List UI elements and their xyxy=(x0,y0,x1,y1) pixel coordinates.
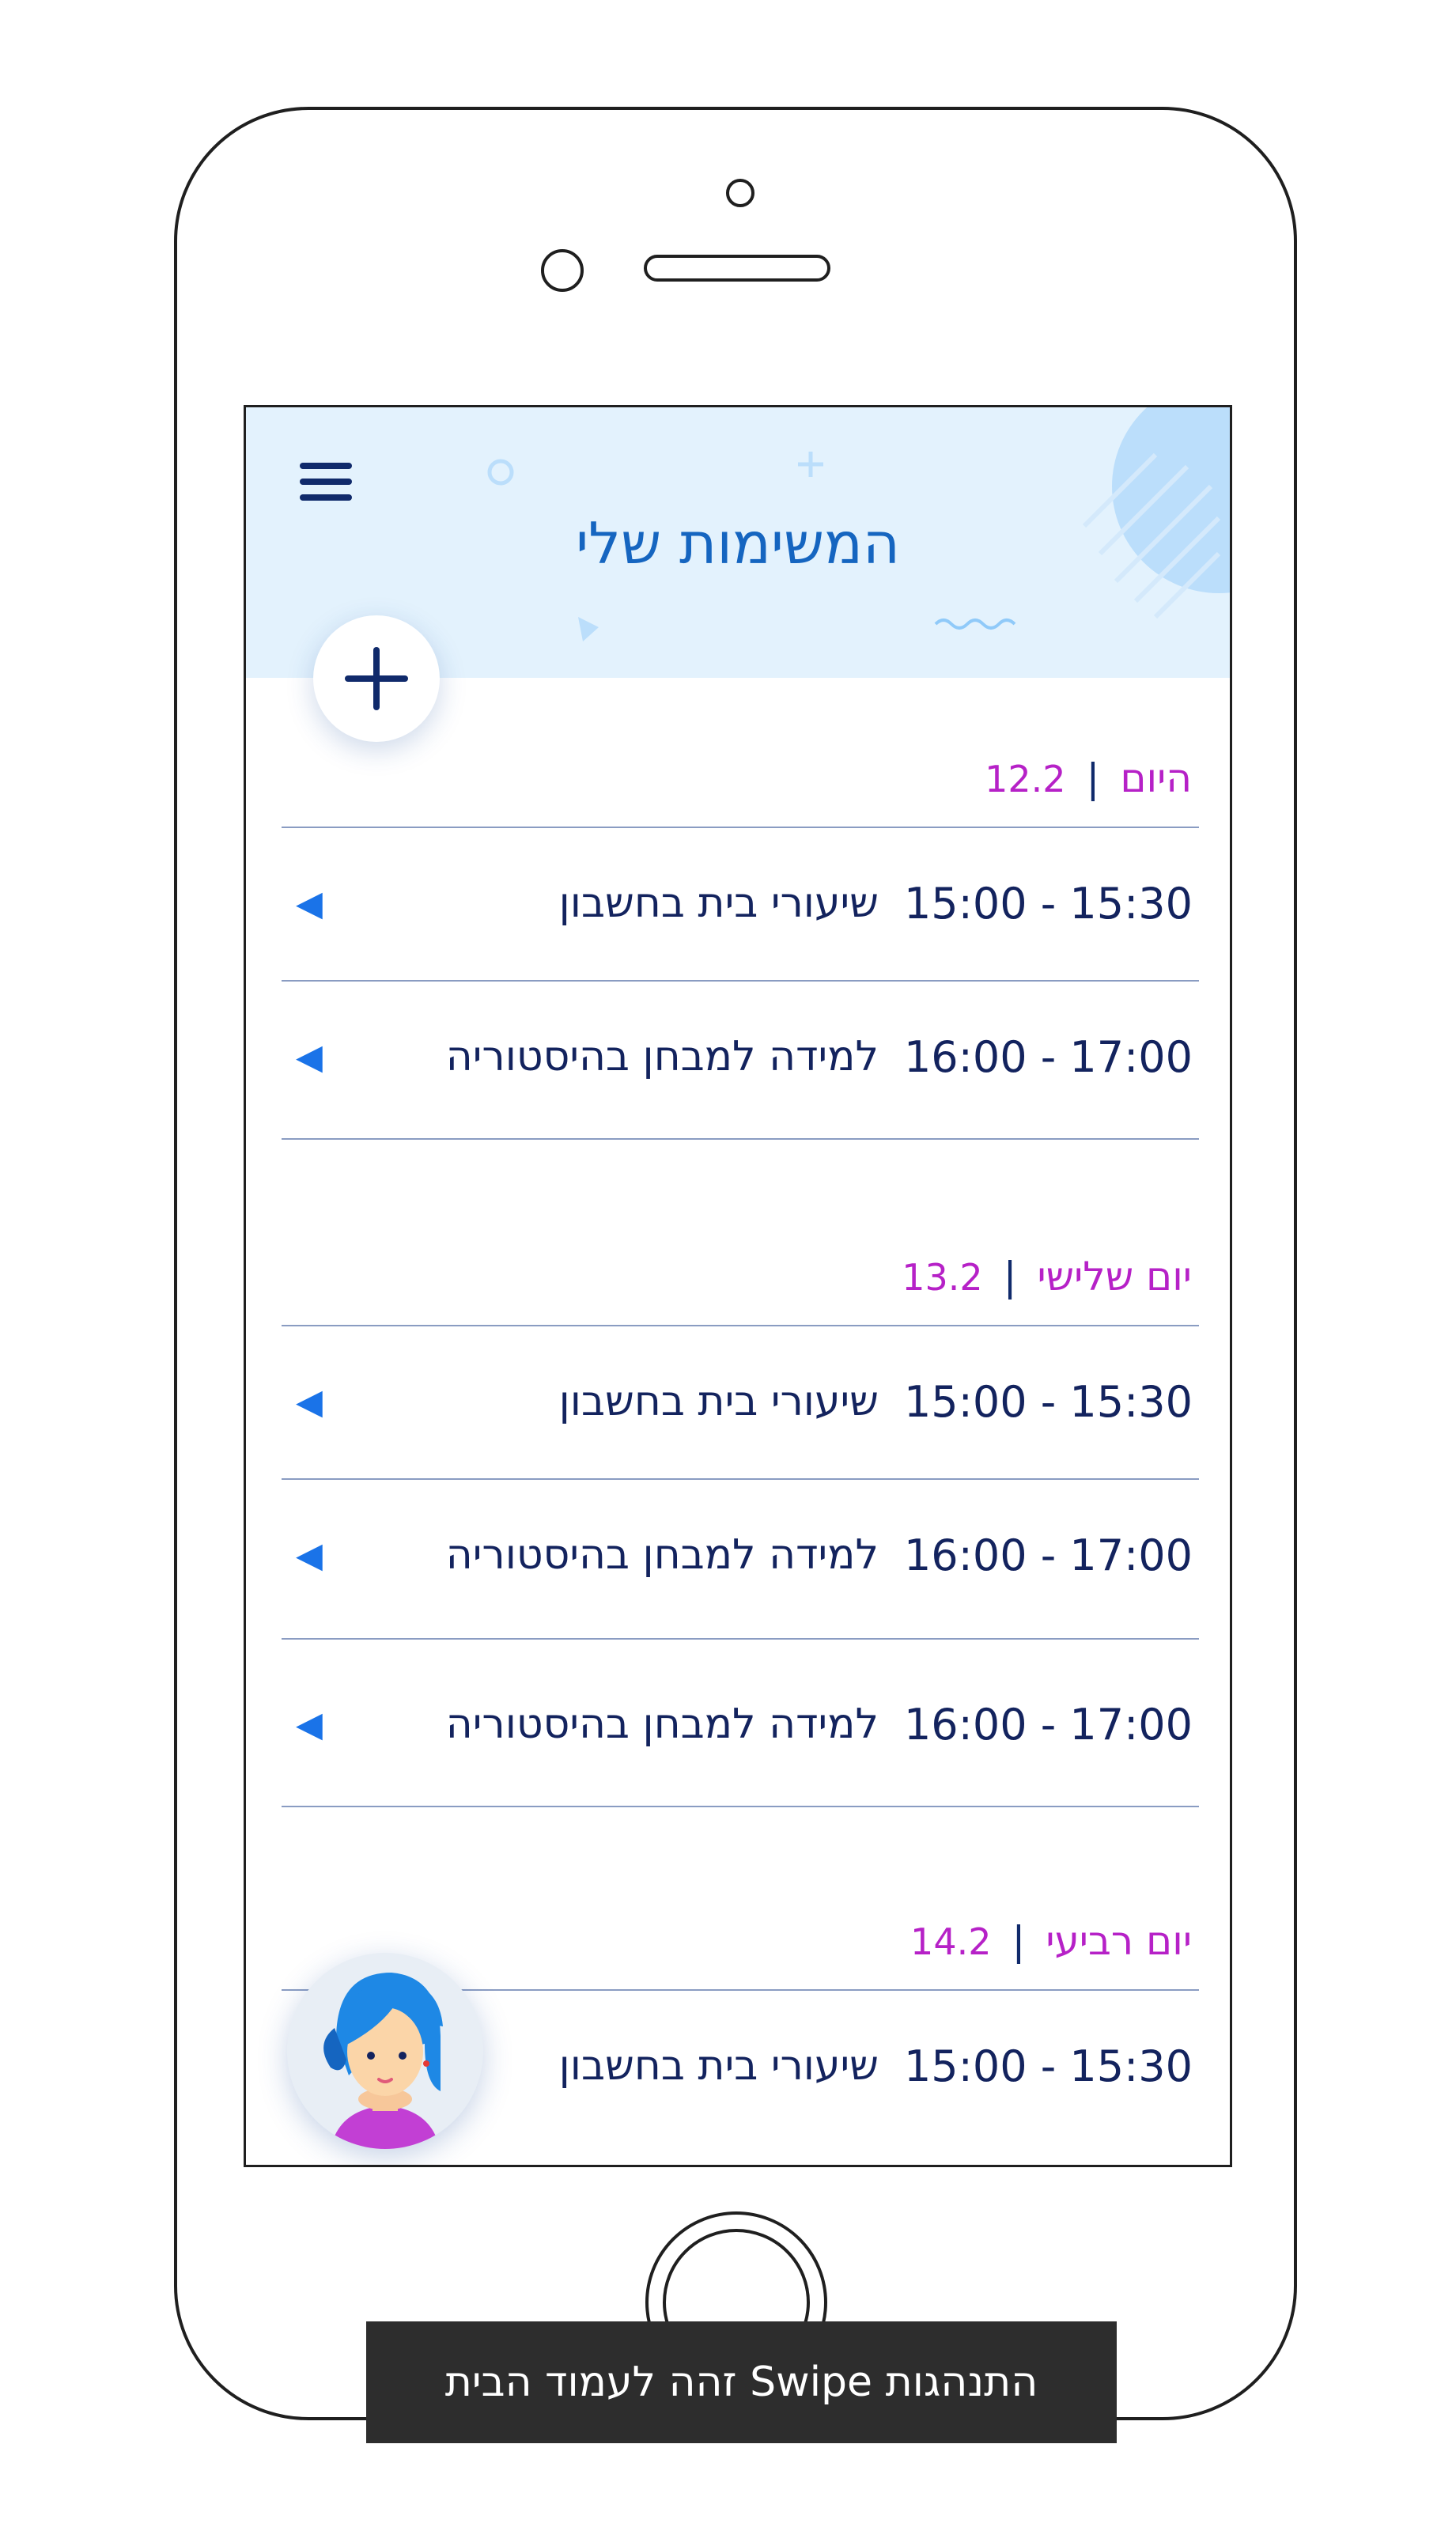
avatar-illustration xyxy=(323,1973,443,2149)
task-time: 15:00 - 15:30 xyxy=(903,878,1193,929)
day-label: היום xyxy=(1120,755,1192,801)
front-camera xyxy=(726,179,754,207)
task-time: 15:00 - 15:30 xyxy=(903,1376,1193,1427)
task-title: שיעורי בית בחשבון xyxy=(558,2042,879,2090)
menu-line xyxy=(300,479,352,485)
task-row[interactable]: 16:00 - 17:00 למידה למבחן בהיסטוריה ◀ xyxy=(282,982,1199,1132)
task-title: שיעורי בית בחשבון xyxy=(558,1378,879,1425)
app-screen: המשימות שלי היום | 12.2 15:00 - 15:30 שיעו… xyxy=(244,405,1232,2167)
day-date: 13.2 xyxy=(902,1256,983,1299)
separator: | xyxy=(1086,755,1100,801)
task-time: 16:00 - 17:00 xyxy=(903,1699,1193,1750)
divider xyxy=(282,1138,1199,1140)
task-title: שיעורי בית בחשבון xyxy=(558,880,879,927)
menu-button[interactable] xyxy=(300,463,352,507)
day-header: יום שלישי | 13.2 xyxy=(902,1254,1192,1300)
swipe-arrow-icon[interactable]: ◀ xyxy=(296,1326,323,1477)
swipe-arrow-icon[interactable]: ◀ xyxy=(296,1480,323,1630)
task-time: 16:00 - 17:00 xyxy=(903,1031,1193,1082)
proximity-sensor xyxy=(541,249,584,292)
divider xyxy=(282,1806,1199,1807)
task-title: למידה למבחן בהיסטוריה xyxy=(445,1033,879,1080)
task-time: 15:00 - 15:30 xyxy=(903,2041,1193,2091)
divider xyxy=(282,1638,1199,1640)
swipe-arrow-icon[interactable]: ◀ xyxy=(296,828,323,978)
swipe-arrow-icon[interactable]: ◀ xyxy=(296,982,323,1132)
task-row[interactable]: 16:00 - 17:00 למידה למבחן בהיסטוריה ◀ xyxy=(282,1649,1199,1799)
separator: | xyxy=(1012,1918,1026,1964)
avatar[interactable] xyxy=(287,1953,483,2149)
task-time: 16:00 - 17:00 xyxy=(903,1530,1193,1580)
task-title: למידה למבחן בהיסטוריה xyxy=(445,1701,879,1748)
menu-line xyxy=(300,463,352,469)
day-date: 14.2 xyxy=(910,1920,992,1963)
earpiece-speaker xyxy=(644,255,830,282)
day-date: 12.2 xyxy=(985,758,1066,800)
menu-line xyxy=(300,494,352,501)
toast-note: התנהגות Swipe זהה לעמוד הבית xyxy=(366,2321,1117,2443)
plus-icon xyxy=(345,647,408,710)
task-row[interactable]: 15:00 - 15:30 שיעורי בית בחשבון ◀ xyxy=(282,828,1199,978)
day-label: יום שלישי xyxy=(1037,1254,1192,1300)
add-task-button[interactable] xyxy=(313,615,440,742)
page-title: המשימות שלי xyxy=(576,510,900,577)
task-row[interactable]: 15:00 - 15:30 שיעורי בית בחשבון ◀ xyxy=(282,1326,1199,1477)
day-header: יום רביעי | 14.2 xyxy=(910,1918,1192,1964)
separator: | xyxy=(1003,1254,1017,1300)
swipe-arrow-icon[interactable]: ◀ xyxy=(296,1649,323,1799)
day-header: היום | 12.2 xyxy=(985,755,1192,801)
task-row[interactable]: 16:00 - 17:00 למידה למבחן בהיסטוריה ◀ xyxy=(282,1480,1199,1630)
day-label: יום רביעי xyxy=(1046,1918,1192,1964)
task-title: למידה למבחן בהיסטוריה xyxy=(445,1531,879,1579)
